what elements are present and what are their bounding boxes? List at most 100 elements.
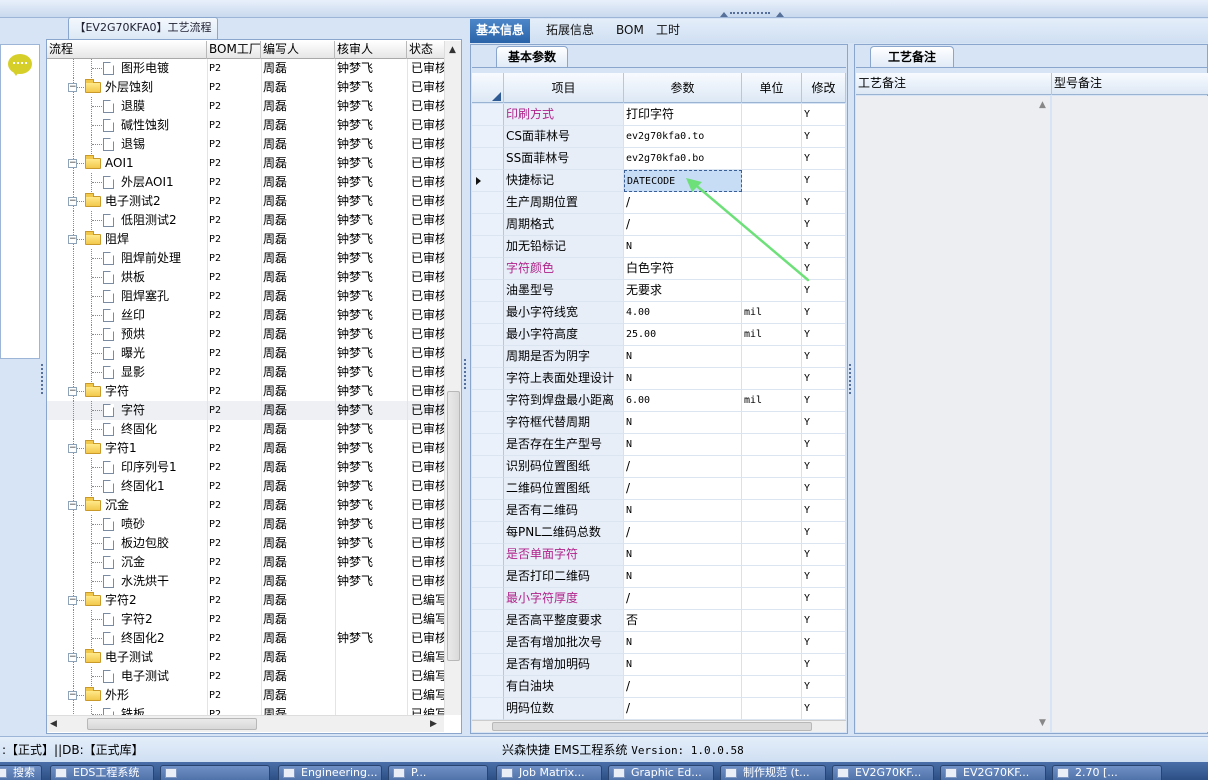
scroll-thumb[interactable] [492,722,812,731]
row-selector[interactable] [472,698,504,720]
taskbar-button[interactable]: Engineering... [278,765,382,780]
param-modify-cell[interactable]: Y [802,654,846,676]
tree-group-row[interactable]: − 沉金 P2 周磊 钟梦飞 已审核 [47,496,444,515]
param-modify-cell[interactable]: Y [802,412,846,434]
tree-step-row[interactable]: 电子测试 P2 周磊 已编写 [47,667,444,686]
row-selector[interactable] [472,390,504,412]
tree-group-row[interactable]: − 字符 P2 周磊 钟梦飞 已审核 [47,382,444,401]
scroll-thumb[interactable] [87,718,257,730]
param-modify-cell[interactable]: Y [802,632,846,654]
taskbar-button[interactable]: Graphic Ed... [608,765,714,780]
param-row[interactable]: 印刷方式 打印字符 Y [472,104,846,126]
col-header-modify[interactable]: 修改 [802,73,846,103]
row-selector[interactable] [472,148,504,170]
param-value-cell[interactable]: N [624,434,742,456]
param-value-cell[interactable]: N [624,412,742,434]
splitter-grip[interactable] [730,12,770,15]
param-modify-cell[interactable]: Y [802,610,846,632]
taskbar-button[interactable]: EDS工程系统 [50,765,154,780]
param-value-cell[interactable]: ev2g70kfa0.bo [624,148,742,170]
tree-step-row[interactable]: 退锡 P2 周磊 钟梦飞 已审核 [47,135,444,154]
param-modify-cell[interactable]: Y [802,302,846,324]
param-value-cell[interactable]: N [624,632,742,654]
param-modify-cell[interactable]: Y [802,126,846,148]
row-selector[interactable] [472,544,504,566]
tab-process-remarks[interactable]: 工艺备注 [870,46,954,68]
row-selector[interactable] [472,566,504,588]
row-selector[interactable] [472,258,504,280]
tree-group-row[interactable]: − AOI1 P2 周磊 钟梦飞 已审核 [47,154,444,173]
collapse-icon[interactable]: − [68,691,77,700]
taskbar-button[interactable]: EV2G70KF... [940,765,1046,780]
param-row[interactable]: 最小字符高度 25.00 mil Y [472,324,846,346]
taskbar-button[interactable]: 搜索 [0,765,42,780]
tree-group-row[interactable]: − 外层蚀刻 P2 周磊 钟梦飞 已审核 [47,78,444,97]
chat-bubble-icon[interactable] [8,54,32,76]
col-header-bom[interactable]: BOM工厂 [207,41,261,59]
param-modify-cell[interactable]: Y [802,544,846,566]
remark-scrollbar[interactable]: ▲ ▼ [1036,96,1050,732]
tree-step-row[interactable]: 铣板 P2 周磊 已编写 [47,705,444,715]
param-row[interactable]: 二维码位置图纸 / Y [472,478,846,500]
taskbar-button[interactable]: 2.70 [... [1052,765,1162,780]
tree-step-row[interactable]: 字符2 P2 周磊 已编写 [47,610,444,629]
param-value-cell[interactable]: 4.00 [624,302,742,324]
param-value-cell[interactable]: ev2g70kfa0.to [624,126,742,148]
row-selector[interactable] [472,588,504,610]
tree-step-row[interactable]: 终固化2 P2 周磊 钟梦飞 已审核 [47,629,444,648]
row-selector[interactable] [472,192,504,214]
tree-vertical-scrollbar[interactable]: ▲ [444,41,461,715]
param-value-cell[interactable]: N [624,368,742,390]
collapse-icon[interactable]: − [68,653,77,662]
taskbar-button[interactable]: Job Matrix... [496,765,602,780]
scroll-thumb[interactable] [447,391,460,661]
taskbar-button[interactable]: EV2G70KF... [832,765,934,780]
param-value-cell[interactable]: N [624,654,742,676]
tree-group-row[interactable]: − 电子测试2 P2 周磊 钟梦飞 已审核 [47,192,444,211]
param-modify-cell[interactable]: Y [802,104,846,126]
param-row[interactable]: 字符框代替周期 N Y [472,412,846,434]
param-row[interactable]: 是否高平整度要求否 Y [472,610,846,632]
param-modify-cell[interactable]: Y [802,324,846,346]
param-row[interactable]: 有白油块 / Y [472,676,846,698]
row-selector[interactable] [472,654,504,676]
param-value-cell[interactable]: N [624,346,742,368]
param-value-cell[interactable]: N [624,544,742,566]
param-row[interactable]: 是否有增加批次号 N Y [472,632,846,654]
tree-group-row[interactable]: − 外形 P2 周磊 已编写 [47,686,444,705]
collapse-right-icon[interactable] [776,12,784,17]
row-selector[interactable] [472,280,504,302]
row-selector[interactable] [472,412,504,434]
param-row[interactable]: CS面菲林号 ev2g70kfa0.to Y [472,126,846,148]
col-header-process[interactable]: 流程 [47,41,207,59]
tree-group-row[interactable]: − 电子测试 P2 周磊 已编写 [47,648,444,667]
tree-step-row[interactable]: 外层AOI1 P2 周磊 钟梦飞 已审核 [47,173,444,192]
param-row[interactable]: 最小字符线宽 4.00 mil Y [472,302,846,324]
param-modify-cell[interactable]: Y [802,566,846,588]
row-selector[interactable] [472,324,504,346]
param-modify-cell[interactable]: Y [802,698,846,720]
scroll-left-icon[interactable]: ◀ [50,719,57,729]
row-selector[interactable] [472,170,504,192]
param-modify-cell[interactable]: Y [802,390,846,412]
taskbar-button[interactable]: 制作规范 (t... [720,765,826,780]
row-selector[interactable] [472,522,504,544]
taskbar-button[interactable]: P... [388,765,488,780]
tree-step-row[interactable]: 印序列号1 P2 周磊 钟梦飞 已审核 [47,458,444,477]
tree-step-row[interactable]: 图形电镀 P2 周磊 钟梦飞 已审核 [47,59,444,78]
col-header-reviewer[interactable]: 核审人 [335,41,407,59]
param-value-cell[interactable]: N [624,500,742,522]
row-selector[interactable] [472,104,504,126]
collapse-icon[interactable]: − [68,387,77,396]
param-row[interactable]: 周期是否为阴字 N Y [472,346,846,368]
col-header-writer[interactable]: 编写人 [261,41,335,59]
row-selector[interactable] [472,302,504,324]
param-value-cell[interactable]: 6.00 [624,390,742,412]
tab-work-hours[interactable]: 工时 [650,19,686,43]
row-selector[interactable] [472,346,504,368]
param-row[interactable]: 是否打印二维码 N Y [472,566,846,588]
param-row[interactable]: 是否有增加明码 N Y [472,654,846,676]
process-panel-tab[interactable]: 【EV2G70KFA0】工艺流程 [68,17,218,39]
param-modify-cell[interactable]: Y [802,346,846,368]
collapse-icon[interactable]: − [68,83,77,92]
